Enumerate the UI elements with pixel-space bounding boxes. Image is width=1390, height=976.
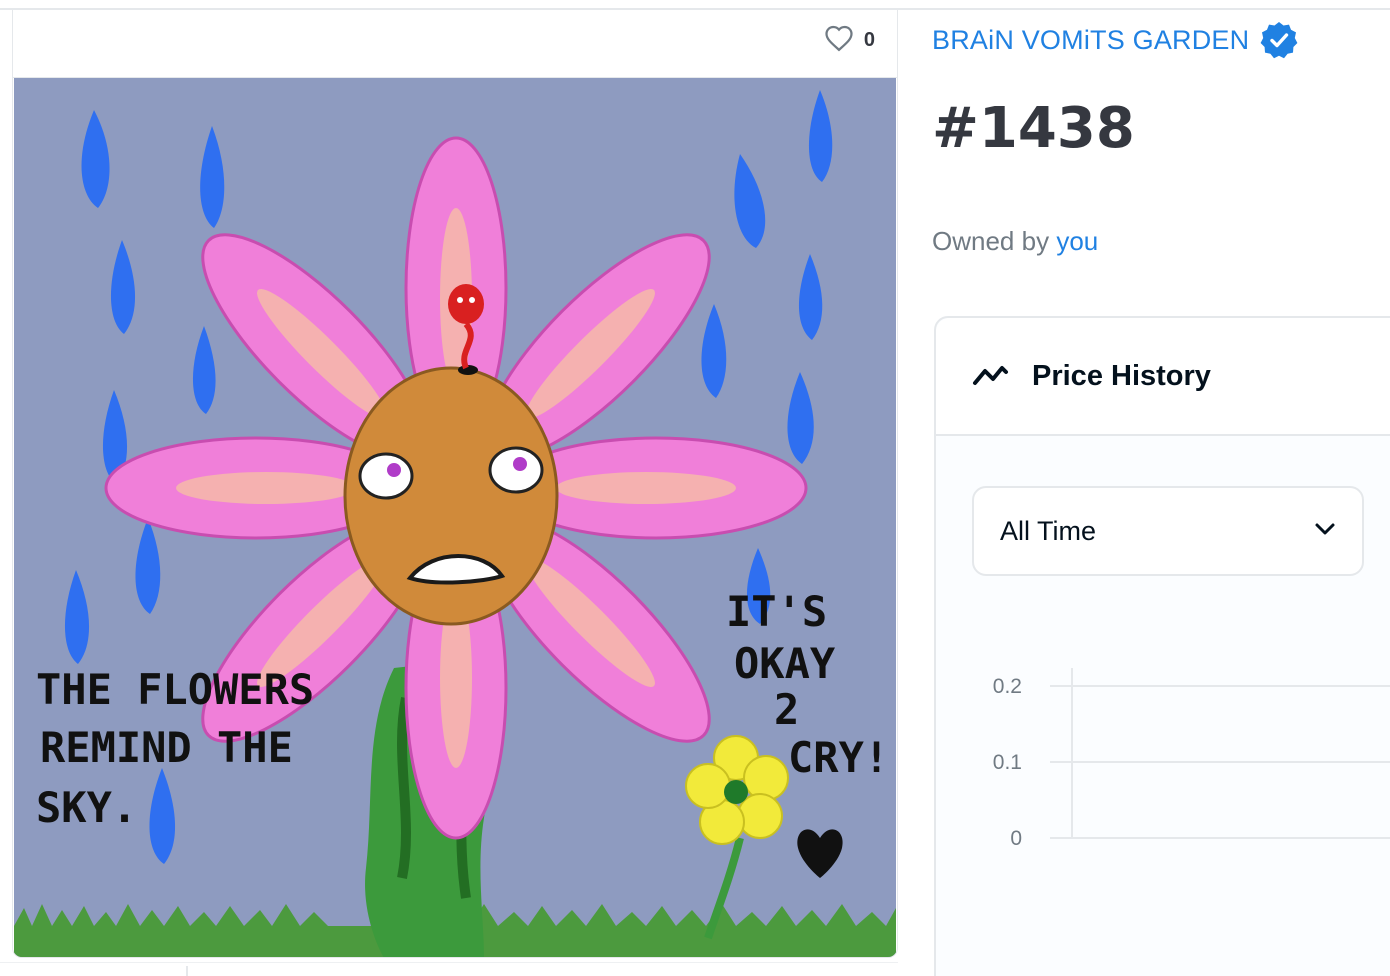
bottom-divider bbox=[0, 962, 898, 963]
item-details: BRAiN VOMiTS GARDEN #1438 Owned by you P… bbox=[932, 0, 1390, 976]
item-title: #1438 bbox=[932, 96, 1135, 161]
price-history-title: Price History bbox=[1032, 359, 1211, 392]
bottom-tab-edge bbox=[186, 966, 188, 976]
artwork-image[interactable]: THE FLOWERS REMIND THE SKY. IT'S OKAY 2 … bbox=[14, 78, 896, 957]
y-tick-label: 0.2 bbox=[993, 675, 1022, 698]
owned-by-label: Owned by bbox=[932, 226, 1050, 256]
favorite-count: 0 bbox=[863, 29, 875, 51]
svg-text:OKAY: OKAY bbox=[734, 639, 836, 688]
owner-link[interactable]: you bbox=[1056, 226, 1098, 256]
svg-text:THE FLOWERS: THE FLOWERS bbox=[36, 665, 314, 714]
trend-line-icon bbox=[972, 359, 1014, 394]
price-history-header[interactable]: Price History bbox=[936, 318, 1390, 436]
time-range-select[interactable]: All Time bbox=[972, 486, 1364, 576]
price-chart-svg: 0.2 0.1 0 bbox=[993, 668, 1390, 850]
price-history-chart: 0.2 0.1 0 bbox=[966, 658, 1390, 858]
ownership-line: Owned by you bbox=[932, 226, 1098, 257]
favorite-button[interactable]: 0 bbox=[824, 24, 875, 57]
svg-text:2: 2 bbox=[774, 685, 799, 734]
item-media-card: 0 THE FLOWERS REMIND THE SKY. IT'S OKAY … bbox=[12, 10, 898, 958]
y-tick-label: 0 bbox=[1010, 827, 1022, 850]
svg-text:REMIND THE: REMIND THE bbox=[40, 723, 293, 772]
y-tick-label: 0.1 bbox=[993, 751, 1022, 774]
media-card-header: 0 bbox=[13, 10, 897, 78]
collection-name: BRAiN VOMiTS GARDEN bbox=[932, 24, 1250, 55]
collection-link[interactable]: BRAiN VOMiTS GARDEN bbox=[932, 20, 1299, 60]
price-history-panel: Price History All Time 0.2 0.1 0 bbox=[934, 316, 1390, 976]
verified-badge-icon bbox=[1259, 20, 1299, 60]
svg-text:SKY.: SKY. bbox=[36, 783, 137, 832]
svg-text:CRY!: CRY! bbox=[788, 733, 889, 782]
time-range-value: All Time bbox=[1000, 515, 1097, 546]
heart-outline-icon bbox=[824, 24, 854, 57]
svg-text:IT'S: IT'S bbox=[726, 587, 827, 636]
artwork-illustration: THE FLOWERS REMIND THE SKY. IT'S OKAY 2 … bbox=[14, 78, 896, 957]
chevron-down-icon bbox=[1312, 516, 1338, 547]
